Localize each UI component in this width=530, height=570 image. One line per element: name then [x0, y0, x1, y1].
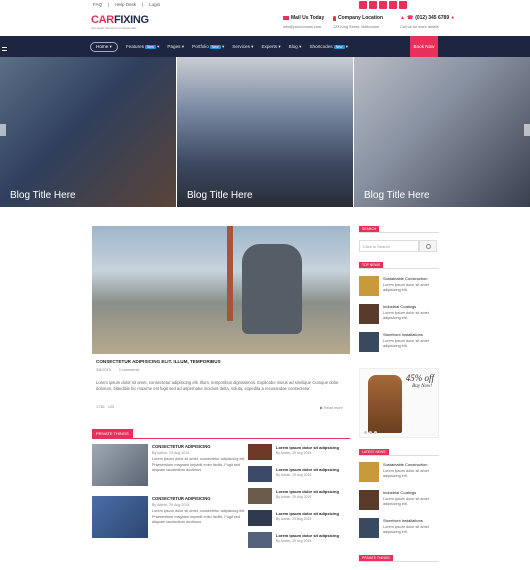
- post-meta: 3/8/2015 0 comments: [96, 368, 139, 372]
- search-icon: [426, 244, 431, 249]
- featured-post-image[interactable]: [92, 226, 350, 354]
- widget-divider: [359, 232, 439, 233]
- widget-divider: [359, 455, 439, 456]
- search-input[interactable]: Click to Search: [359, 240, 419, 252]
- instagram-icon[interactable]: [389, 1, 397, 9]
- cart-icon[interactable]: ▲: [400, 15, 405, 21]
- side-menu-toggle[interactable]: [0, 43, 10, 55]
- jacket-image: [368, 375, 402, 433]
- slide-title[interactable]: Blog Title Here: [364, 190, 430, 201]
- bridge-tower: [227, 226, 233, 321]
- phone-info: ▲ ☎ (012) 345 6789 ● Call us for more detai…: [400, 15, 455, 29]
- mail-icon: [283, 16, 289, 20]
- small-post: Lorem ipsum dolor sit adipsicing By Admin…: [276, 445, 339, 455]
- twitter-icon[interactable]: [369, 1, 377, 9]
- grid-post: CONSECTETUR ADIPISICING By Admin, 29 Aug…: [152, 496, 246, 524]
- section-label: PRIVATE THINGS: [92, 429, 133, 438]
- slide-1[interactable]: Blog Title Here: [0, 57, 176, 207]
- location-info: Company Location 123 King Street, Melbou…: [333, 15, 384, 29]
- slide-title[interactable]: Blog Title Here: [187, 190, 253, 201]
- post-comments[interactable]: 0 comments: [119, 368, 140, 372]
- latest-news-item: Sustainable Construction Lorem ipsum dolo…: [383, 462, 429, 478]
- small-post-image[interactable]: [248, 444, 272, 460]
- nav-item-portfolio[interactable]: Portfolio New ▾: [192, 44, 224, 50]
- small-post-image[interactable]: [248, 510, 272, 526]
- linkedin-icon[interactable]: [399, 1, 407, 9]
- grid-post-image[interactable]: [92, 444, 148, 486]
- top-news-item: Sustainable Construction Lorem ipsum dolo…: [383, 276, 429, 292]
- slider-prev-arrow[interactable]: [0, 124, 6, 136]
- grid-post: CONSECTETUR ADIPISICING By Admin, 29 Aug…: [152, 444, 246, 472]
- nav-items: Home ▾ Features New ▾ Pages ▾ Portfolio Ne…: [90, 42, 348, 52]
- search-icon[interactable]: ●: [451, 15, 454, 21]
- nav-item-pages[interactable]: Pages ▾: [167, 44, 184, 50]
- post-excerpt: Lorem ipsum dolor sit amet, consectetur …: [96, 380, 339, 391]
- small-post-image[interactable]: [248, 466, 272, 482]
- login-link[interactable]: Login: [149, 2, 160, 7]
- top-news-image[interactable]: [359, 332, 379, 352]
- logo[interactable]: CARFIXING Car repair theme for professio…: [91, 14, 149, 34]
- slider-next-arrow[interactable]: [524, 124, 530, 136]
- small-post: Lorem ipsum dolor sit adipsicing By Admin…: [276, 467, 339, 477]
- nav-item-experts[interactable]: Experts ▾: [261, 44, 280, 50]
- nav-item-features[interactable]: Features New ▾: [126, 44, 159, 50]
- ad-cta[interactable]: Buy Now!: [412, 384, 432, 389]
- map-pin-icon: [333, 15, 336, 21]
- logo-suffix: FIXING: [113, 14, 149, 26]
- latest-news-image[interactable]: [359, 462, 379, 482]
- latest-news-item: Storefront Installations Lorem ipsum dolo…: [383, 518, 429, 534]
- latest-news-image[interactable]: [359, 518, 379, 538]
- social-links: [359, 1, 407, 9]
- help-desk-link[interactable]: Help Desk: [115, 2, 136, 7]
- widget-divider: [359, 268, 439, 269]
- widget-divider: [359, 561, 439, 562]
- menu-icon: [2, 47, 7, 51]
- slide-title[interactable]: Blog Title Here: [10, 190, 76, 201]
- ad-dots: [364, 431, 377, 434]
- latest-news-image[interactable]: [359, 490, 379, 510]
- search-button[interactable]: [419, 240, 437, 252]
- binoculars-image: [242, 244, 302, 334]
- logo-tagline: Car repair theme for professionals: [91, 26, 137, 30]
- book-now-button[interactable]: Book Now: [410, 36, 438, 57]
- shares-count: 125: [107, 405, 115, 409]
- likes-count: 1736: [96, 405, 105, 409]
- nav-item-home[interactable]: Home ▾: [90, 42, 118, 52]
- slide-2[interactable]: Blog Title Here: [177, 57, 353, 207]
- top-news-item: Storefront Installations Lorem ipsum dolo…: [383, 332, 429, 348]
- small-post: Lorem ipsum dolor sit adipsicing By Admin…: [276, 511, 339, 521]
- read-more-link[interactable]: ▶ Read more: [320, 405, 343, 410]
- top-news-image[interactable]: [359, 304, 379, 324]
- grid-post-image[interactable]: [92, 496, 148, 538]
- nav-item-blog[interactable]: Blog ▾: [289, 44, 302, 50]
- latest-news-item: Industrial Coatings Lorem ipsum dolor sit…: [383, 490, 429, 506]
- phone-icon: ☎: [406, 15, 414, 21]
- nav-item-shortcodes[interactable]: Shortcodes New ▾: [309, 44, 348, 50]
- ad-banner[interactable]: 45% off Buy Now!: [359, 368, 439, 438]
- google-plus-icon[interactable]: [379, 1, 387, 9]
- mail-info: Mail Us Today info@yourdomain.com: [283, 15, 325, 29]
- post-stats: 1736 · 125: [96, 405, 115, 409]
- small-post: Lorem ipsum dolor sit adipsicing By Admin…: [276, 489, 339, 499]
- top-links: FAQ | Help Desk | Login: [93, 2, 161, 7]
- section-divider: [92, 438, 350, 439]
- slide-3[interactable]: Blog Title Here: [354, 57, 530, 207]
- top-news-image[interactable]: [359, 276, 379, 296]
- ad-percent: 45% off: [405, 373, 434, 383]
- post-date: 3/8/2015: [96, 368, 111, 372]
- post-title[interactable]: CONSECTETUR ADIPISICING ELIT. ILLUM, TEM…: [96, 359, 221, 364]
- nav-item-services[interactable]: Services ▾: [232, 44, 253, 50]
- top-news-item: Industrial Coatings Lorem ipsum dolor sit…: [383, 304, 429, 320]
- facebook-icon[interactable]: [359, 1, 367, 9]
- logo-prefix: CAR: [91, 14, 114, 26]
- small-post-image[interactable]: [248, 488, 272, 504]
- faq-link[interactable]: FAQ: [93, 2, 102, 7]
- small-post: Lorem ipsum dolor sit adipsicing By Admin…: [276, 533, 339, 543]
- small-post-image[interactable]: [248, 532, 272, 548]
